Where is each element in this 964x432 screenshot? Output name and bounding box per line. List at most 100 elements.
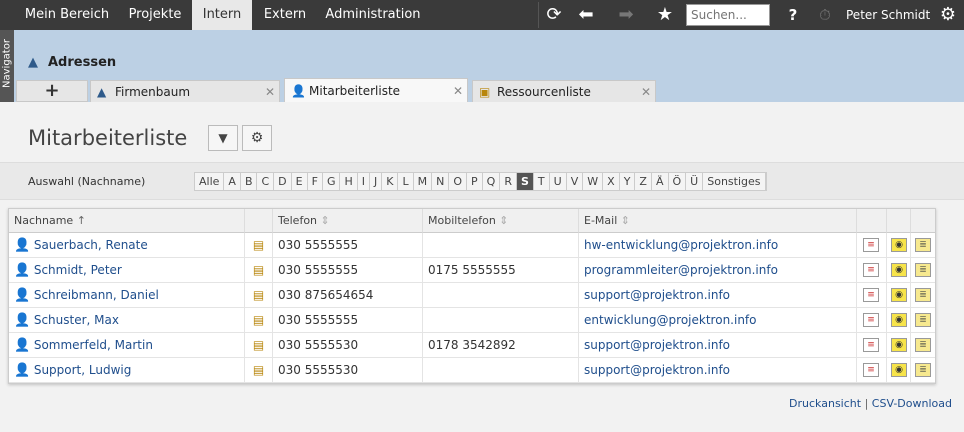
letter-filter-6[interactable]: F — [308, 173, 323, 190]
forward-arrow-icon[interactable]: ➡ — [610, 0, 642, 30]
page-settings-gear-icon[interactable]: ⚙ — [242, 125, 272, 151]
refresh-icon[interactable]: ⟳ — [540, 0, 568, 30]
tab-firmenbaum[interactable]: ▲ Firmenbaum ✕ — [90, 80, 280, 102]
letter-filter-18[interactable]: R — [500, 173, 517, 190]
search-input[interactable] — [686, 4, 770, 26]
email-link[interactable]: entwicklung@projektron.info — [584, 313, 757, 327]
email-link[interactable]: hw-entwicklung@projektron.info — [584, 238, 778, 252]
letter-filter-14[interactable]: N — [432, 173, 450, 190]
email-link[interactable]: support@projektron.info — [584, 338, 730, 352]
letter-filter-1[interactable]: A — [224, 173, 241, 190]
vcard-icon[interactable]: ≡ — [863, 363, 879, 377]
address-book-icon[interactable]: ▤ — [245, 358, 273, 383]
address-book-icon[interactable]: ▤ — [245, 308, 273, 333]
view-dropdown-button[interactable]: ▼ — [208, 125, 238, 151]
csv-download-link[interactable]: CSV-Download — [872, 397, 952, 410]
letter-filter-13[interactable]: M — [414, 173, 433, 190]
nav-administration[interactable]: Administration — [318, 0, 428, 30]
employee-name-link[interactable]: Schmidt, Peter — [34, 263, 122, 277]
close-icon[interactable]: ✕ — [265, 81, 275, 103]
close-icon[interactable]: ✕ — [641, 81, 651, 103]
action-cell: ≣ — [911, 283, 935, 308]
contact-action-icon[interactable]: ◉ — [891, 238, 907, 252]
note-icon[interactable]: ≣ — [915, 313, 931, 327]
vcard-icon[interactable]: ≡ — [863, 338, 879, 352]
contact-action-icon[interactable]: ◉ — [891, 288, 907, 302]
nav-intern[interactable]: Intern — [192, 0, 252, 30]
letter-filter-0[interactable]: Alle — [195, 173, 225, 190]
contact-action-icon[interactable]: ◉ — [891, 263, 907, 277]
back-arrow-icon[interactable]: ⬅ — [570, 0, 602, 30]
letter-filter-17[interactable]: Q — [483, 173, 501, 190]
letter-filter-22[interactable]: V — [567, 173, 584, 190]
column-header-mobiltelefon[interactable]: Mobiltelefon ⇕ — [423, 209, 579, 233]
note-icon[interactable]: ≣ — [915, 263, 931, 277]
employee-name-link[interactable]: Schuster, Max — [34, 313, 119, 327]
print-view-link[interactable]: Druckansicht — [789, 397, 861, 410]
tab-mitarbeiterliste[interactable]: 👤 Mitarbeiterliste ✕ — [284, 78, 468, 102]
letter-filter-19[interactable]: S — [516, 173, 534, 190]
letter-filter-20[interactable]: T — [534, 173, 550, 190]
stopwatch-icon[interactable]: ⏱ — [812, 0, 838, 30]
vcard-icon[interactable]: ≡ — [863, 313, 879, 327]
employee-name-link[interactable]: Support, Ludwig — [34, 363, 132, 377]
address-book-icon[interactable]: ▤ — [245, 233, 273, 258]
email-link[interactable]: support@projektron.info — [584, 363, 730, 377]
letter-filter-24[interactable]: X — [603, 173, 620, 190]
nav-extern[interactable]: Extern — [256, 0, 314, 30]
help-icon[interactable]: ? — [780, 0, 806, 30]
letter-filter-28[interactable]: Ö — [669, 173, 687, 190]
letter-filter-15[interactable]: O — [449, 173, 468, 190]
column-header-telefon[interactable]: Telefon ⇕ — [273, 209, 423, 233]
letter-filter-5[interactable]: E — [292, 173, 308, 190]
vcard-icon[interactable]: ≡ — [863, 238, 879, 252]
settings-gear-icon[interactable]: ⚙ — [934, 0, 962, 30]
letter-filter-23[interactable]: W — [583, 173, 604, 190]
email-link[interactable]: programmleiter@projektron.info — [584, 263, 778, 277]
letter-filter-9[interactable]: I — [358, 173, 370, 190]
tab-ressourcenliste[interactable]: ▣ Ressourcenliste ✕ — [472, 80, 656, 102]
note-icon[interactable]: ≣ — [915, 338, 931, 352]
column-header-nachname[interactable]: Nachname ↑ — [9, 209, 245, 233]
address-book-icon[interactable]: ▤ — [245, 258, 273, 283]
contact-action-icon[interactable]: ◉ — [891, 313, 907, 327]
letter-filter-30[interactable]: Sonstiges — [703, 173, 766, 190]
vcard-icon[interactable]: ≡ — [863, 288, 879, 302]
letter-filter-7[interactable]: G — [323, 173, 341, 190]
employee-name-link[interactable]: Sommerfeld, Martin — [34, 338, 153, 352]
email-link[interactable]: support@projektron.info — [584, 288, 730, 302]
employee-name-link[interactable]: Sauerbach, Renate — [34, 238, 148, 252]
add-tab-button[interactable]: + — [16, 80, 88, 102]
letter-filter-25[interactable]: Y — [620, 173, 636, 190]
letter-filter-16[interactable]: P — [467, 173, 483, 190]
table-row: 👤 Sauerbach, Renate ▤ 030 5555555 hw-entwic… — [9, 233, 935, 258]
letter-filter-26[interactable]: Z — [635, 173, 652, 190]
note-icon[interactable]: ≣ — [915, 363, 931, 377]
person-icon: 👤 — [14, 288, 31, 303]
user-name[interactable]: Peter Schmidt — [846, 0, 930, 30]
contact-action-icon[interactable]: ◉ — [891, 363, 907, 377]
letter-filter-21[interactable]: U — [550, 173, 567, 190]
letter-filter-27[interactable]: Ä — [652, 173, 669, 190]
navigator-toggle[interactable]: Navigator — [0, 30, 14, 102]
employee-name-link[interactable]: Schreibmann, Daniel — [34, 288, 159, 302]
letter-filter-29[interactable]: Ü — [686, 173, 704, 190]
letter-filter-8[interactable]: H — [340, 173, 358, 190]
column-header-email[interactable]: E-Mail ⇕ — [579, 209, 857, 233]
letter-filter-3[interactable]: C — [257, 173, 275, 190]
favorites-star-icon[interactable]: ★ — [652, 0, 678, 30]
contact-action-icon[interactable]: ◉ — [891, 338, 907, 352]
nav-projekte[interactable]: Projekte — [120, 0, 190, 30]
letter-filter-10[interactable]: J — [370, 173, 383, 190]
nav-mein-bereich[interactable]: Mein Bereich — [16, 0, 118, 30]
letter-filter-12[interactable]: L — [398, 173, 414, 190]
address-book-icon[interactable]: ▤ — [245, 283, 273, 308]
vcard-icon[interactable]: ≡ — [863, 263, 879, 277]
close-icon[interactable]: ✕ — [453, 79, 463, 103]
letter-filter-4[interactable]: D — [274, 173, 292, 190]
letter-filter-11[interactable]: K — [382, 173, 399, 190]
note-icon[interactable]: ≣ — [915, 288, 931, 302]
address-book-icon[interactable]: ▤ — [245, 333, 273, 358]
letter-filter-2[interactable]: B — [241, 173, 258, 190]
note-icon[interactable]: ≣ — [915, 238, 931, 252]
